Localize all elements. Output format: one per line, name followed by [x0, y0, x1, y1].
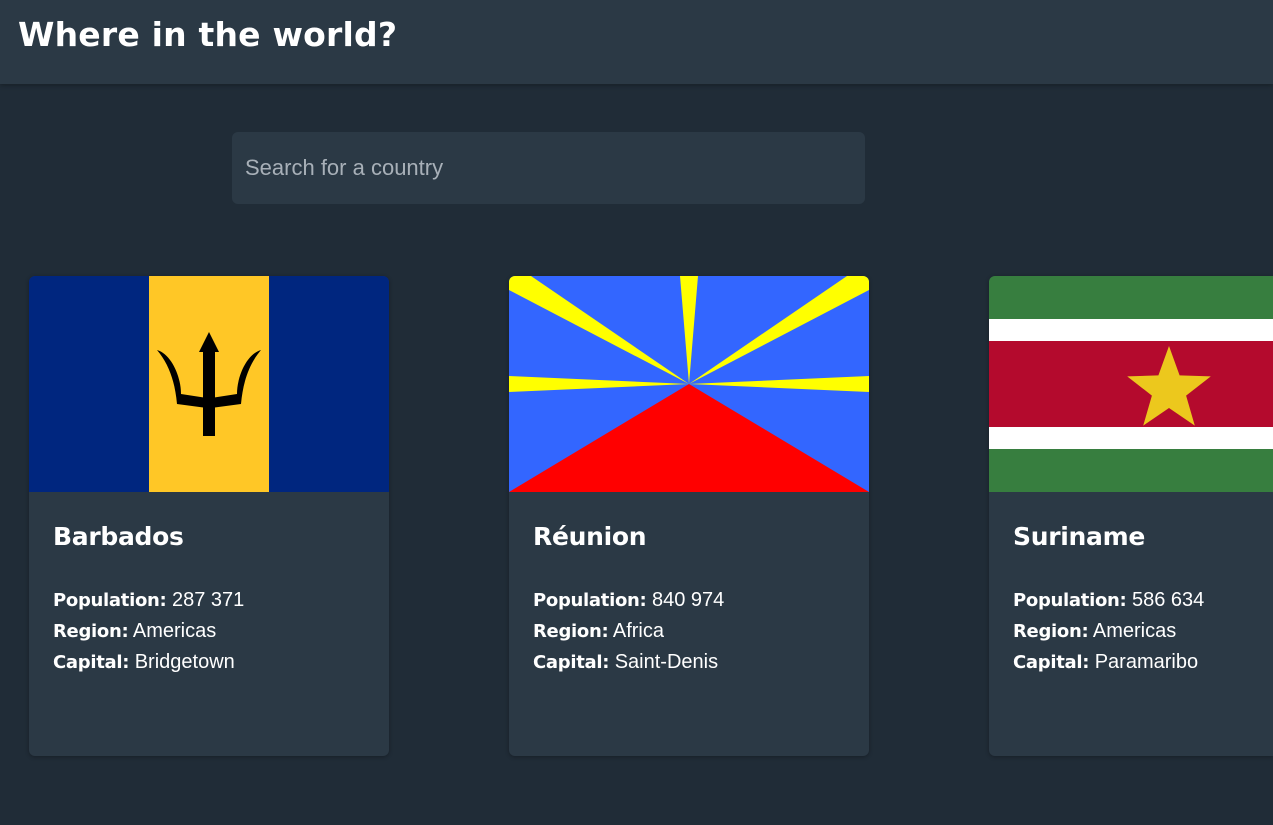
capital-row: Capital: Bridgetown — [53, 647, 379, 678]
card-body: Réunion Population: 840 974 Region: Afri… — [533, 492, 859, 678]
card-body: Suriname Population: 586 634 Region: Ame… — [1013, 492, 1263, 678]
capital-row: Capital: Saint-Denis — [533, 647, 859, 678]
population-label: Population: — [533, 590, 647, 611]
population-value: 586 634 — [1132, 589, 1205, 611]
page-title: Where in the world? — [18, 15, 398, 54]
population-row: Population: 840 974 — [533, 585, 859, 616]
card-body: Barbados Population: 287 371 Region: Ame… — [53, 492, 379, 678]
population-value: 287 371 — [172, 589, 245, 611]
country-name: Réunion — [533, 522, 647, 551]
capital-value: Paramaribo — [1094, 651, 1199, 673]
app-header: Where in the world? — [0, 0, 1273, 84]
country-card-reunion[interactable]: Réunion Population: 840 974 Region: Afri… — [509, 276, 869, 756]
region-label: Region: — [1013, 621, 1089, 642]
country-name: Barbados — [53, 522, 184, 551]
reunion-flag-icon — [509, 276, 869, 492]
suriname-flag-icon — [989, 276, 1273, 492]
region-row: Region: Americas — [53, 616, 379, 647]
region-value: Americas — [1092, 620, 1177, 642]
capital-value: Bridgetown — [134, 651, 235, 673]
capital-label: Capital: — [53, 652, 130, 673]
region-label: Region: — [533, 621, 609, 642]
capital-value: Saint-Denis — [614, 651, 719, 673]
region-value: Americas — [132, 620, 217, 642]
capital-label: Capital: — [533, 652, 610, 673]
region-row: Region: Americas — [1013, 616, 1263, 647]
population-row: Population: 287 371 — [53, 585, 379, 616]
capital-label: Capital: — [1013, 652, 1090, 673]
region-label: Region: — [53, 621, 129, 642]
country-card-barbados[interactable]: Barbados Population: 287 371 Region: Ame… — [29, 276, 389, 756]
capital-row: Capital: Paramaribo — [1013, 647, 1263, 678]
country-card-suriname[interactable]: Suriname Population: 586 634 Region: Ame… — [989, 276, 1273, 756]
population-label: Population: — [1013, 590, 1127, 611]
region-value: Africa — [612, 620, 664, 642]
search-input[interactable] — [232, 132, 865, 204]
population-label: Population: — [53, 590, 167, 611]
barbados-flag-icon — [29, 276, 389, 492]
region-row: Region: Africa — [533, 616, 859, 647]
population-row: Population: 586 634 — [1013, 585, 1263, 616]
country-name: Suriname — [1013, 522, 1145, 551]
population-value: 840 974 — [652, 589, 725, 611]
